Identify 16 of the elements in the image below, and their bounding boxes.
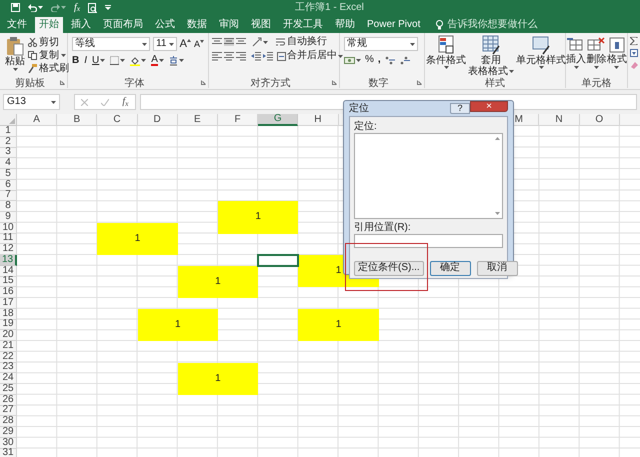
window-title: 工作簿1 - Excel bbox=[295, 2, 364, 12]
group-label: 单元格 bbox=[582, 78, 612, 89]
merged-cell: 1 bbox=[97, 222, 178, 255]
merged-cell: 1 bbox=[218, 201, 298, 234]
field-label: 引用位置(R): bbox=[354, 222, 412, 234]
dialog-title: 定位 bbox=[349, 104, 369, 114]
merged-cell: 1 bbox=[178, 362, 258, 395]
merged-cell: 1 bbox=[298, 308, 379, 341]
group-label: 数字 bbox=[368, 78, 388, 89]
merged-cell: 1 bbox=[178, 266, 258, 298]
group-label: 样式 bbox=[485, 78, 505, 89]
group-label: 对齐方式 bbox=[250, 78, 290, 89]
field-label: 定位: bbox=[354, 121, 378, 133]
merged-cell: 1 bbox=[138, 308, 218, 341]
group-label: 字体 bbox=[124, 78, 144, 89]
group-label: 剪贴板 bbox=[15, 78, 45, 89]
